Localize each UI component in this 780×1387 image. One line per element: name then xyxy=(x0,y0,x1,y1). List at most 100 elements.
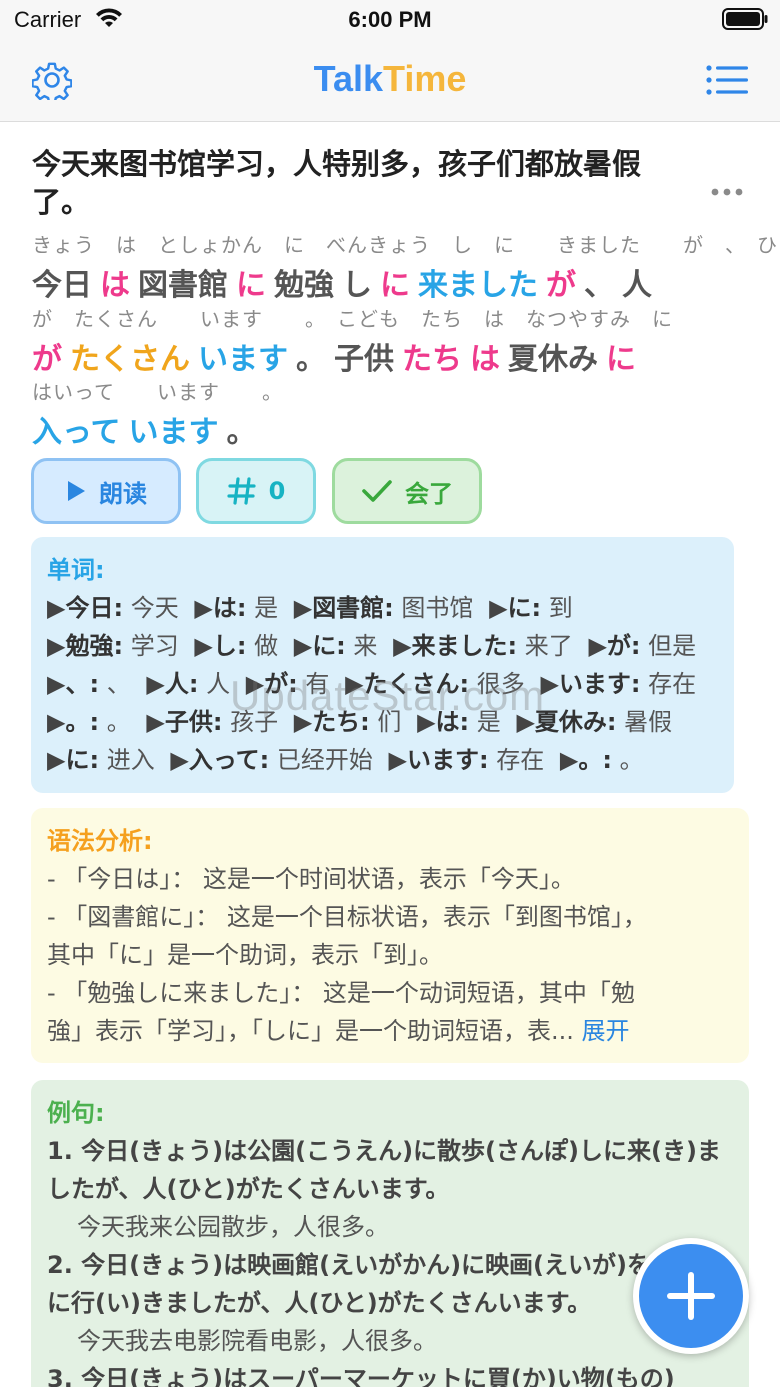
list-menu-icon[interactable] xyxy=(706,64,748,96)
triangle-bullet-icon: ▶ xyxy=(47,594,66,622)
vocab-word: います: xyxy=(406,746,489,774)
vocab-item: ▶に: 来 xyxy=(294,632,378,660)
play-icon xyxy=(68,481,85,501)
triangle-bullet-icon: ▶ xyxy=(194,594,213,622)
triangle-bullet-icon: ▶ xyxy=(489,594,508,622)
word-token[interactable]: が xyxy=(546,268,576,303)
checkmark-icon xyxy=(362,480,392,502)
word-token[interactable]: たち xyxy=(402,342,462,377)
vocabulary-card: 单词: ▶今日: 今天 ▶は: 是 ▶図書館: 图书馆 ▶に: 到 ▶勉強: 学… xyxy=(31,537,734,793)
read-aloud-button[interactable]: 朗读 xyxy=(31,458,181,524)
word-token[interactable]: 子供 xyxy=(334,342,394,377)
add-button[interactable] xyxy=(633,1238,749,1354)
word-token[interactable]: 。 xyxy=(296,342,326,377)
vocab-meaning: 来 xyxy=(345,632,378,660)
vocab-word: 子供: xyxy=(164,708,223,736)
word-line-2: がたくさん います。子供 たちは夏休みに xyxy=(32,334,644,378)
vocab-item: ▶図書館: 图书馆 xyxy=(294,594,474,622)
vocabulary-title: 单词: xyxy=(47,556,105,584)
clock: 6:00 PM xyxy=(348,7,432,32)
word-token[interactable]: に xyxy=(380,268,410,303)
vocab-meaning: 但是 xyxy=(640,632,697,660)
vocab-item: ▶勉強: 学习 xyxy=(47,632,179,660)
vocab-word: に: xyxy=(65,746,100,774)
vocab-item: ▶に: 进入 xyxy=(47,746,155,774)
word-token[interactable]: 勉強 xyxy=(274,268,334,303)
example-chinese: 今天我来公园散步，人很多。 xyxy=(77,1213,389,1241)
word-token[interactable]: は xyxy=(470,342,500,377)
triangle-bullet-icon: ▶ xyxy=(47,746,66,774)
more-options-icon[interactable] xyxy=(708,180,746,204)
word-token[interactable]: 今日 xyxy=(32,268,92,303)
furigana-line-2: が たくさん います 。 こども たち は なつやすみ に xyxy=(32,307,673,331)
word-token[interactable]: 来ました xyxy=(418,268,538,303)
word-token[interactable]: し xyxy=(342,268,372,303)
word-token[interactable]: 図書館 xyxy=(138,268,228,303)
vocab-word: に: xyxy=(312,632,346,660)
triangle-bullet-icon: ▶ xyxy=(393,632,412,660)
vocab-meaning: 人 xyxy=(198,670,231,698)
vocab-meaning: 是 xyxy=(246,594,279,622)
vocab-meaning: 图书馆 xyxy=(393,594,474,622)
word-line-3: 入って います。 xyxy=(32,407,265,451)
word-token[interactable]: 。 xyxy=(227,415,257,450)
grammar-line-text: 強」表示「学习」，「しに」是一个助词短语，表... xyxy=(47,1017,574,1045)
vocab-word: います: xyxy=(558,670,641,698)
vocab-meaning: 到 xyxy=(541,594,573,622)
app-title-part1: Talk xyxy=(313,58,383,99)
vocab-item: ▶います: 存在 xyxy=(389,746,545,774)
vocab-meaning: 今天 xyxy=(123,594,179,622)
word-token[interactable]: います xyxy=(129,415,219,450)
vocab-word: が: xyxy=(606,632,641,660)
grammar-line: - 「勉強しに来ました」： 这是一个动词短语，其中「勉 xyxy=(47,979,635,1007)
learned-label: 会了 xyxy=(405,479,453,508)
vocab-word: 今日: xyxy=(65,594,124,622)
word-token[interactable]: います xyxy=(198,342,288,377)
vocab-meaning: 。 xyxy=(611,746,644,774)
example-japanese: 1. 今日(きょう)は公園(こうえん)に散歩(さんぽ)しに来(き)ましたが、人(… xyxy=(47,1137,721,1203)
triangle-bullet-icon: ▶ xyxy=(559,746,579,774)
furigana-line-3: はいって います 。 xyxy=(32,380,283,404)
vocab-item: ▶に: 到 xyxy=(489,594,573,622)
nav-bar: TalkTime xyxy=(0,40,780,122)
word-token[interactable]: に xyxy=(236,268,266,303)
vocab-item: ▶し: 做 xyxy=(194,632,278,660)
triangle-bullet-icon: ▶ xyxy=(293,594,313,622)
triangle-bullet-icon: ▶ xyxy=(146,670,165,698)
vocab-item: ▶入って: 已经开始 xyxy=(170,746,373,774)
vocab-item: ▶来ました: 来了 xyxy=(393,632,573,660)
grammar-line: - 「今日は」： 这是一个时间状语，表示「今天」。 xyxy=(47,865,575,893)
word-token[interactable]: は xyxy=(100,268,130,303)
triangle-bullet-icon: ▶ xyxy=(170,746,189,774)
word-token[interactable]: 、 xyxy=(584,268,614,303)
word-token[interactable]: 人 xyxy=(622,268,652,303)
vocab-word: 。: xyxy=(578,746,612,774)
vocab-word: 。: xyxy=(65,708,100,736)
learned-button[interactable]: 会了 xyxy=(332,458,482,524)
word-token[interactable]: が xyxy=(32,342,62,377)
example-japanese: 2. 今日(きょう)は映画館(えいがかん)に映画(えいが)を見(み)に行(い)き… xyxy=(47,1251,721,1317)
vocab-meaning: 、 xyxy=(99,670,131,698)
triangle-bullet-icon: ▶ xyxy=(47,670,66,698)
expand-link[interactable]: 展开 xyxy=(582,1017,630,1045)
vocab-word: し: xyxy=(212,632,247,660)
examples-card: 例句: 1. 今日(きょう)は公園(こうえん)に散歩(さんぽ)しに来(き)ました… xyxy=(31,1080,749,1387)
word-token[interactable]: 夏休み xyxy=(508,342,598,377)
status-bar: Carrier 6:00 PM xyxy=(0,0,780,40)
word-token[interactable]: 入って xyxy=(32,415,121,450)
vocab-word: 入って: xyxy=(188,746,270,774)
count-button[interactable]: 0 xyxy=(196,458,316,524)
triangle-bullet-icon: ▶ xyxy=(194,632,213,660)
word-token[interactable]: たくさん xyxy=(70,342,190,377)
vocab-word: 、: xyxy=(65,670,100,698)
vocab-item: ▶、: 、 xyxy=(47,670,131,698)
vocab-meaning: 做 xyxy=(246,632,279,660)
vocab-meaning: 。 xyxy=(99,708,131,736)
word-token[interactable]: に xyxy=(606,342,636,377)
add-button-circle xyxy=(639,1244,743,1348)
vocab-item: ▶。: 。 xyxy=(47,708,131,736)
chinese-sentence: 今天来图书馆学习，人特别多，孩子们都放暑假了。 xyxy=(32,147,642,219)
vocab-meaning: 存在 xyxy=(488,746,545,774)
example-japanese: 3. 今日(きょう)はスーパーマーケットに買(か)い物(もの) xyxy=(47,1365,675,1387)
vocab-word: 図書館: xyxy=(312,594,394,622)
